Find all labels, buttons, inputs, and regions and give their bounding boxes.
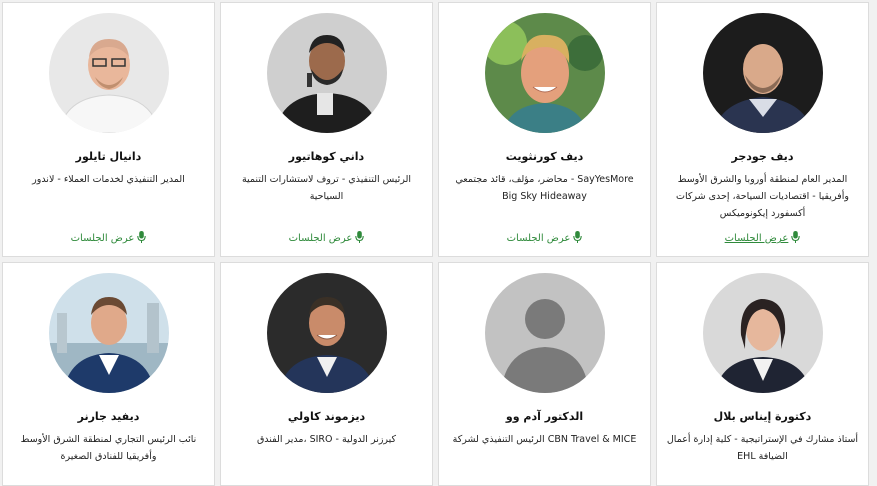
microphone-icon	[573, 231, 583, 243]
speaker-title: المدير العام لمنطقة أوروبا والشرق الأوسط…	[676, 174, 849, 219]
microphone-icon	[355, 231, 365, 243]
speaker-photo-image	[702, 13, 823, 133]
speaker-card[interactable]: ديف كورنثويت SayYesMore - محاضر، مؤلف، ق…	[438, 2, 651, 257]
speakers-grid-row-1: ديف جودجر المدير العام لمنطقة أوروبا وال…	[2, 2, 869, 257]
speaker-title: الرئيس التنفيذي - تروف لاستشارات التنمية…	[241, 174, 412, 202]
speaker-photo-image	[48, 273, 169, 393]
microphone-icon	[791, 231, 801, 243]
speaker-photo-image	[48, 13, 169, 133]
speaker-name: ديزموند كاولي	[287, 410, 366, 423]
speakers-grid-row-2: دكتورة إيناس بلال أستاذ مشارك في الإسترا…	[2, 262, 869, 486]
speaker-title: SayYesMore - محاضر، مؤلف، قائد مجتمعي Bi…	[455, 174, 634, 202]
view-sessions-label: عرض الجلسات	[288, 233, 353, 244]
view-sessions-link[interactable]: عرض الجلسات	[221, 231, 432, 244]
microphone-icon	[137, 231, 147, 243]
speaker-photo-image	[484, 273, 605, 393]
speaker-card[interactable]: دكتورة إيناس بلال أستاذ مشارك في الإسترا…	[656, 262, 869, 486]
speaker-photo-image	[484, 13, 605, 133]
view-sessions-link[interactable]: عرض الجلسات	[657, 231, 868, 244]
speaker-title: المدير التنفيذي لخدمات العملاء - لاندور	[32, 174, 185, 185]
speaker-photo[interactable]	[702, 273, 823, 393]
speaker-name: ديفيد جارنر	[77, 410, 140, 423]
speaker-name: ديف جودجر	[731, 150, 794, 163]
speaker-photo[interactable]	[48, 273, 169, 393]
view-sessions-link[interactable]: عرض الجلسات	[3, 231, 214, 244]
speaker-photo[interactable]	[266, 273, 387, 393]
speaker-name: ديف كورنثويت	[505, 150, 584, 163]
speaker-title: كيرزنر الدولية - SIRO ،مدير الفندق	[256, 434, 397, 445]
speaker-title: نائب الرئيس التجاري لمنطقة الشرق الأوسط …	[20, 434, 197, 462]
speaker-photo-image	[266, 273, 387, 393]
speaker-name: دانيال تايلور	[75, 150, 142, 163]
view-sessions-label: عرض الجلسات	[506, 233, 571, 244]
speaker-card[interactable]: ديزموند كاولي كيرزنر الدولية - SIRO ،مدي…	[220, 262, 433, 486]
speaker-photo[interactable]	[702, 13, 823, 133]
view-sessions-label: عرض الجلسات	[70, 233, 135, 244]
speaker-name: دكتورة إيناس بلال	[713, 410, 812, 423]
speaker-title: CBN Travel & MICE الرئيس التنفيذي لشركة	[452, 434, 637, 445]
speaker-card[interactable]: دانيال تايلور المدير التنفيذي لخدمات الع…	[2, 2, 215, 257]
speaker-card[interactable]: ديفيد جارنر نائب الرئيس التجاري لمنطقة ا…	[2, 262, 215, 486]
speaker-card[interactable]: داني كوهاتيور الرئيس التنفيذي - تروف لاس…	[220, 2, 433, 257]
speaker-title: أستاذ مشارك في الإستراتيجية - كلية إدارة…	[666, 434, 859, 462]
speaker-photo[interactable]	[266, 13, 387, 133]
speaker-name: داني كوهاتيور	[288, 150, 365, 163]
speaker-card[interactable]: ديف جودجر المدير العام لمنطقة أوروبا وال…	[656, 2, 869, 257]
view-sessions-link[interactable]: عرض الجلسات	[439, 231, 650, 244]
speaker-name: الدكتور آدم وو	[505, 410, 584, 423]
speaker-card[interactable]: الدكتور آدم وو CBN Travel & MICE الرئيس …	[438, 262, 651, 486]
speaker-photo[interactable]	[484, 273, 605, 393]
speaker-photo[interactable]	[48, 13, 169, 133]
speaker-photo-image	[702, 273, 823, 393]
speaker-photo[interactable]	[484, 13, 605, 133]
view-sessions-label: عرض الجلسات	[724, 233, 789, 244]
speaker-photo-image	[266, 13, 387, 133]
